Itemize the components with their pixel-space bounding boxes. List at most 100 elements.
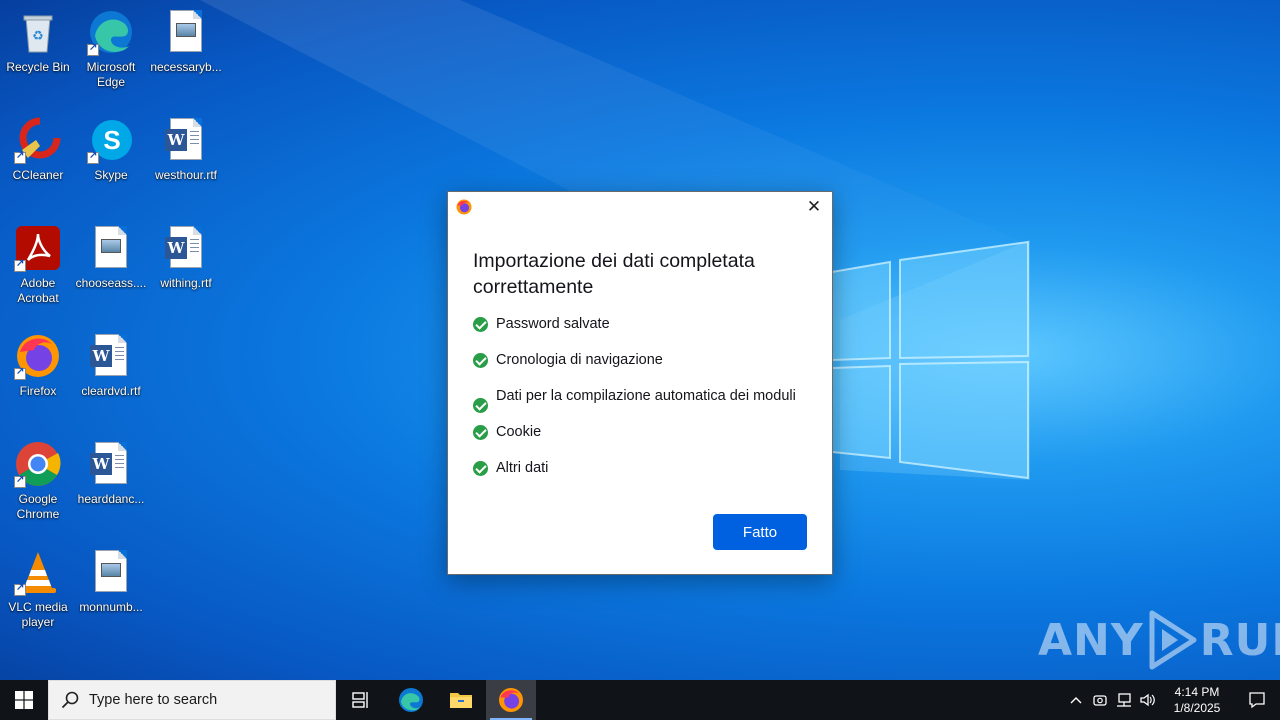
list-item-label: Altri dati: [496, 460, 549, 476]
list-item-label: Cronologia di navigazione: [496, 352, 663, 368]
vlc-cone-icon: [14, 548, 62, 596]
desktop-icon-label: Adobe Acrobat: [17, 276, 59, 305]
windows-logo-wallpaper: [831, 240, 1029, 480]
notification-icon: [1249, 692, 1265, 709]
google-chrome-icon: [14, 440, 62, 488]
meet-now-camera-icon[interactable]: [1088, 680, 1112, 720]
desktop-icon-skype[interactable]: S Skype: [73, 116, 149, 183]
taskbar-search-box[interactable]: Type here to search: [48, 680, 336, 720]
desktop-icon-file-chooseass[interactable]: chooseass....: [73, 224, 149, 291]
svg-text:S: S: [103, 125, 120, 155]
shortcut-arrow-icon: [87, 42, 99, 56]
clock-time: 4:14 PM: [1174, 685, 1220, 699]
word-document-icon: W: [87, 440, 135, 488]
list-item: Cronologia di navigazione: [473, 350, 813, 370]
watermark-left-text: ANY: [1038, 614, 1144, 666]
desktop-icon-label: chooseass....: [75, 276, 147, 290]
folder-icon: [450, 693, 472, 708]
word-document-icon: W: [162, 116, 210, 164]
dialog-title: Importazione dei dati completata corrett…: [473, 250, 755, 298]
list-item: Password salvate: [473, 314, 813, 334]
desktop-icon-vlc[interactable]: VLC media player: [0, 548, 76, 630]
image-file-icon: [162, 8, 210, 56]
image-file-icon: [87, 548, 135, 596]
windows-start-icon: [15, 691, 33, 709]
desktop-icon-label: cleardvd.rtf: [81, 384, 141, 398]
adobe-acrobat-icon: [14, 224, 62, 272]
desktop-icon-label: VLC media player: [8, 600, 68, 629]
desktop-icon-label: Firefox: [19, 384, 57, 398]
shortcut-arrow-icon: [14, 150, 26, 164]
taskbar-file-explorer-button[interactable]: [436, 680, 486, 720]
skype-icon: S: [87, 116, 135, 164]
desktop-icon-microsoft-edge[interactable]: Microsoft Edge: [73, 8, 149, 90]
word-document-icon: W: [162, 224, 210, 272]
check-circle-icon: [473, 317, 488, 332]
desktop-icon-file-cleardvd[interactable]: W cleardvd.rtf: [73, 332, 149, 399]
recycle-bin-icon: ♻: [14, 8, 62, 56]
check-circle-icon: [473, 425, 488, 440]
microsoft-edge-icon: [87, 8, 135, 56]
watermark-right-text: RUN: [1199, 614, 1280, 666]
volume-icon[interactable]: [1136, 680, 1160, 720]
list-item: Altri dati: [473, 458, 813, 478]
desktop-icon-label: hearddanc...: [77, 492, 145, 506]
list-item-label: Dati per la compilazione automatica dei …: [496, 388, 796, 404]
ccleaner-icon: [14, 116, 62, 164]
desktop-icon-file-necessaryb[interactable]: necessaryb...: [148, 8, 224, 75]
list-item: Dati per la compilazione automatica dei …: [473, 386, 813, 413]
anyrun-watermark: ANY RUN: [1038, 608, 1280, 672]
shortcut-arrow-icon: [14, 258, 26, 272]
play-triangle-icon: [1149, 610, 1197, 670]
firefox-icon: [14, 332, 62, 380]
desktop-icon-label: Microsoft Edge: [86, 60, 136, 89]
taskbar-edge-button[interactable]: [386, 680, 436, 720]
task-view-button[interactable]: [336, 680, 386, 720]
imported-items-list: Password salvate Cronologia di navigazio…: [473, 314, 813, 478]
desktop-icon-label: Skype: [94, 168, 128, 182]
microsoft-edge-icon: [399, 688, 423, 712]
taskbar-clock[interactable]: 4:14 PM 1/8/2025: [1160, 684, 1234, 716]
search-icon: [61, 691, 79, 709]
desktop-icon-file-hearddanc[interactable]: W hearddanc...: [73, 440, 149, 507]
list-item: Cookie: [473, 422, 813, 442]
close-icon[interactable]: ✕: [802, 197, 826, 217]
shortcut-arrow-icon: [14, 582, 26, 596]
desktop-icon-firefox[interactable]: Firefox: [0, 332, 76, 399]
desktop-icon-file-monnumb[interactable]: monnumb...: [73, 548, 149, 615]
desktop-icon-label: necessaryb...: [150, 60, 222, 74]
word-document-icon: W: [87, 332, 135, 380]
check-circle-icon: [473, 461, 488, 476]
list-item-label: Password salvate: [496, 316, 610, 332]
import-complete-dialog: ✕ Importazione dei dati completata corre…: [447, 191, 833, 575]
desktop-icon-file-withing[interactable]: W withing.rtf: [148, 224, 224, 291]
task-view-icon: [352, 692, 368, 708]
system-tray: 4:14 PM 1/8/2025: [1064, 680, 1280, 720]
taskbar: Type here to search 4:14 PM 1/8/2025: [0, 680, 1280, 720]
list-item-label: Cookie: [496, 424, 542, 440]
firefox-icon: [456, 199, 472, 215]
svg-text:♻: ♻: [32, 28, 44, 43]
desktop-icon-recycle-bin[interactable]: ♻ Recycle Bin: [0, 8, 76, 75]
show-hidden-icons-chevron-up-icon[interactable]: [1064, 680, 1088, 720]
desktop-icon-label: monnumb...: [79, 600, 143, 614]
desktop-icon-google-chrome[interactable]: Google Chrome: [0, 440, 76, 522]
desktop-icon-ccleaner[interactable]: CCleaner: [0, 116, 76, 183]
desktop-icon-file-westhour[interactable]: W westhour.rtf: [148, 116, 224, 183]
start-button[interactable]: [0, 680, 48, 720]
shortcut-arrow-icon: [87, 150, 99, 164]
desktop-icon-adobe-acrobat[interactable]: Adobe Acrobat: [0, 224, 76, 306]
desktop-icon-label: westhour.rtf: [154, 168, 218, 182]
image-file-icon: [87, 224, 135, 272]
shortcut-arrow-icon: [14, 474, 26, 488]
action-center-button[interactable]: [1234, 680, 1280, 720]
desktop-icon-label: withing.rtf: [160, 276, 212, 290]
firefox-icon: [499, 688, 523, 712]
desktop-icon-label: Google Chrome: [16, 492, 60, 521]
clock-date: 1/8/2025: [1173, 701, 1221, 715]
network-icon[interactable]: [1112, 680, 1136, 720]
check-circle-icon: [473, 398, 488, 413]
taskbar-firefox-button[interactable]: [486, 680, 536, 720]
search-placeholder: Type here to search: [89, 692, 218, 708]
done-button[interactable]: Fatto: [713, 514, 807, 550]
